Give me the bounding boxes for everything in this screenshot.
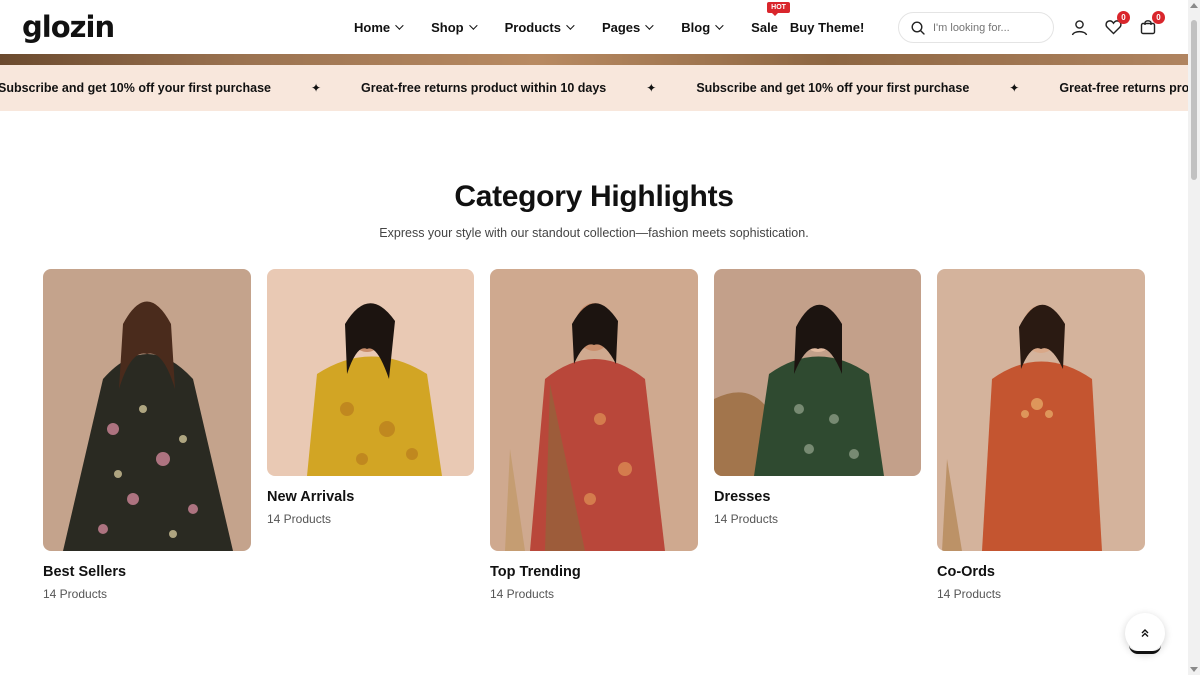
site-logo[interactable]: glozin: [22, 10, 115, 44]
sparkle-icon: ✦: [646, 81, 657, 95]
chevron-down-icon: [566, 21, 575, 30]
page-scrollbar[interactable]: [1188, 0, 1200, 675]
nav-home[interactable]: Home: [354, 19, 404, 35]
nav-pages[interactable]: Pages: [601, 19, 654, 35]
cart-count-badge: 0: [1152, 11, 1165, 24]
category-card-top-trending[interactable]: Top Trending 14 Products: [490, 269, 698, 601]
category-count: 14 Products: [714, 512, 779, 526]
category-image[interactable]: [43, 269, 251, 551]
hero-image-edge: [0, 54, 1188, 65]
category-count: 14 Products: [43, 587, 108, 601]
category-title[interactable]: New Arrivals: [267, 489, 474, 505]
chevron-down-icon: [468, 21, 478, 30]
nav-products[interactable]: Products: [504, 19, 575, 35]
back-to-top-button[interactable]: [1125, 613, 1165, 654]
model-photo: [490, 269, 698, 551]
category-image[interactable]: [490, 269, 698, 551]
sparkle-icon: ✦: [1009, 81, 1020, 95]
category-title[interactable]: Dresses: [714, 489, 921, 505]
nav-pages-label: Pages: [601, 19, 641, 35]
category-card-co-ords[interactable]: Co-Ords 14 Products: [937, 269, 1145, 601]
nav-shop-label: Shop: [431, 19, 464, 35]
category-image[interactable]: [714, 269, 921, 476]
nav-blog-label: Blog: [681, 19, 711, 35]
category-card-best-sellers[interactable]: Best Sellers 14 Products: [43, 269, 251, 601]
nav-buy-theme-label: Buy Theme!: [789, 19, 865, 35]
category-title[interactable]: Co-Ords: [937, 564, 1145, 580]
marquee-item: Subscribe and get 10% off your first pur…: [696, 81, 970, 95]
nav-buy-theme[interactable]: Buy Theme!: [790, 20, 864, 35]
wishlist-count-badge: 0: [1117, 11, 1130, 24]
search-input[interactable]: [933, 21, 1043, 34]
chevron-down-icon: [715, 21, 724, 30]
announcement-marquee: Subscribe and get 10% off your first pur…: [0, 65, 1188, 111]
nav-shop[interactable]: Shop: [431, 19, 478, 35]
category-count: 14 Products: [267, 512, 332, 526]
nav-home-label: Home: [354, 19, 391, 35]
search-box[interactable]: [898, 12, 1054, 43]
nav-sale-label: Sale: [751, 19, 778, 35]
category-card-new-arrivals[interactable]: New Arrivals 14 Products: [267, 269, 474, 526]
chevron-down-icon: [645, 21, 654, 30]
scroll-down-arrow-icon[interactable]: [1190, 667, 1198, 672]
hot-badge: HOT: [767, 1, 790, 16]
marquee-item: Great-free returns product within 10 day…: [361, 81, 607, 95]
category-card-dresses[interactable]: Dresses 14 Products: [714, 269, 921, 526]
marquee-track: Subscribe and get 10% off your first pur…: [0, 65, 1188, 111]
marquee-item: Subscribe and get 10% off your first pur…: [0, 81, 271, 95]
scroll-thumb[interactable]: [1191, 20, 1197, 180]
marquee-item: Great-free returns product within 10 day…: [1059, 81, 1188, 95]
model-photo: [937, 269, 1145, 551]
sparkle-icon: ✦: [310, 81, 322, 95]
main-nav: Home Shop Products Pages Blog Sale HOT B…: [354, 0, 894, 54]
category-image[interactable]: [267, 269, 474, 476]
section-title: Category Highlights: [454, 180, 734, 213]
nav-sale[interactable]: Sale HOT: [751, 1, 790, 35]
category-count: 14 Products: [490, 587, 555, 601]
search-icon: [911, 20, 925, 35]
category-title[interactable]: Top Trending: [490, 564, 698, 580]
scroll-up-arrow-icon[interactable]: [1190, 3, 1198, 8]
nav-blog[interactable]: Blog: [681, 19, 724, 35]
category-title[interactable]: Best Sellers: [43, 564, 251, 580]
nav-products-label: Products: [504, 19, 561, 35]
model-photo: [43, 269, 251, 551]
site-header: glozin Home Shop Products Pages Blog Sal…: [0, 0, 1188, 54]
chevron-down-icon: [395, 21, 404, 30]
wishlist-button[interactable]: 0: [1103, 11, 1130, 37]
double-chevron-up-icon: [1141, 629, 1149, 637]
cart-button[interactable]: 0: [1138, 11, 1165, 37]
account-button[interactable]: [1069, 17, 1089, 37]
category-count: 14 Products: [937, 587, 1002, 601]
category-image[interactable]: [937, 269, 1145, 551]
user-icon: [1071, 19, 1087, 35]
section-subtitle: Express your style with our standout col…: [379, 226, 809, 240]
model-photo: [267, 269, 474, 476]
model-photo: [714, 269, 921, 476]
